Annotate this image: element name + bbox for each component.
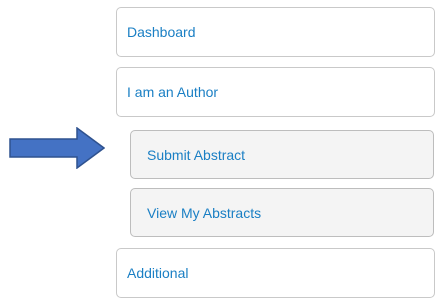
submenu-item-label: Submit Abstract [147, 146, 246, 163]
submenu-item-view-my-abstracts[interactable]: View My Abstracts [130, 188, 434, 237]
menu-item-label: Dashboard [127, 24, 196, 40]
menu-item-i-am-an-author[interactable]: I am an Author [116, 67, 435, 117]
submenu-item-label: View My Abstracts [147, 204, 262, 221]
menu-item-label: I am an Author [127, 84, 219, 100]
menu-item-dashboard[interactable]: Dashboard [116, 7, 435, 57]
right-arrow-icon [9, 127, 105, 169]
submenu-item-submit-abstract[interactable]: Submit Abstract [130, 130, 434, 179]
menu-item-additional[interactable]: Additional [116, 248, 435, 298]
menu-item-label: Additional [127, 265, 189, 281]
navigation-menu: Dashboard I am an Author Submit Abstract… [0, 0, 448, 299]
